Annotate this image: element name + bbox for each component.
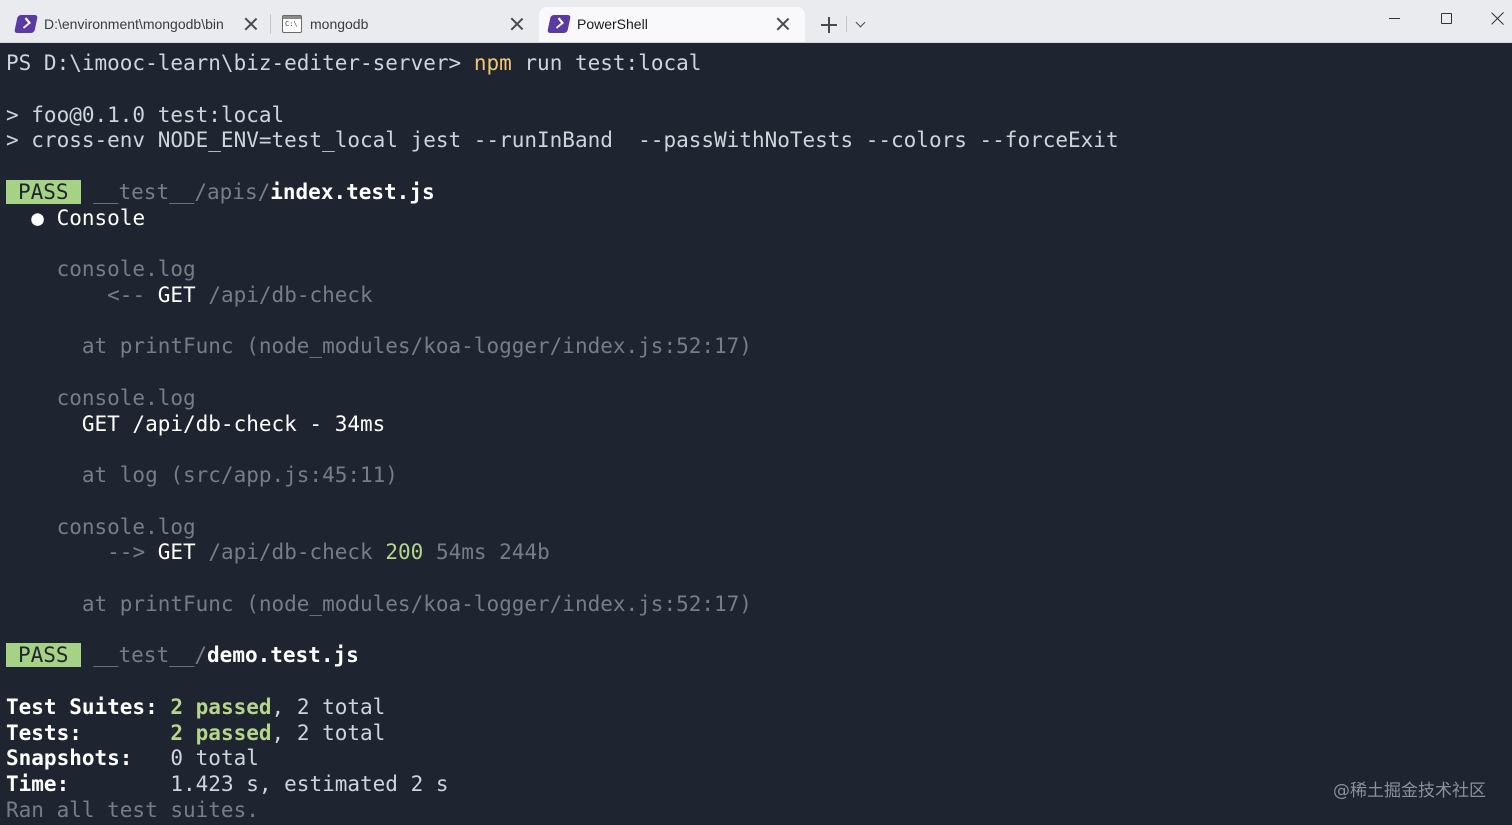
console-heading-line: ● Console <box>6 206 1506 232</box>
window-close-button[interactable] <box>1472 0 1512 38</box>
minimize-button[interactable] <box>1370 0 1420 38</box>
log-message: <-- GET /api/db-check <box>107 282 373 307</box>
powershell-icon <box>547 15 571 33</box>
tab-title: PowerShell <box>577 16 648 32</box>
terminal-window: D:\environment\mongodb\bin mongodb Power… <box>0 0 1512 825</box>
tab-title: D:\environment\mongodb\bin <box>44 16 224 32</box>
terminal-output[interactable]: PS D:\imooc-learn\biz-editer-server> npm… <box>6 51 1506 824</box>
prompt: PS D:\imooc-learn\biz-editer-server> <box>6 51 462 75</box>
suite-dir: __test__/apis/ <box>93 179 271 204</box>
tab-powershell[interactable]: PowerShell <box>539 7 805 42</box>
command-args: run test:local <box>524 51 702 75</box>
suite-result-line: PASS __test__/demo.test.js <box>6 643 1506 669</box>
suite-result-line: PASS __test__/apis/index.test.js <box>6 179 1506 206</box>
close-icon[interactable] <box>775 16 791 32</box>
bullet-icon: ● <box>31 205 44 230</box>
log-trace: at printFunc (node_modules/koa-logger/in… <box>81 591 752 616</box>
pass-badge: PASS <box>6 643 81 668</box>
tab-mongodb-bin[interactable]: D:\environment\mongodb\bin <box>6 7 270 42</box>
command: npm <box>473 51 512 75</box>
summary-suites: Test Suites: 2 passed, 2 total <box>6 694 386 719</box>
log-trace: at printFunc (node_modules/koa-logger/in… <box>81 334 752 359</box>
pass-badge: PASS <box>6 179 81 204</box>
cmd-icon <box>282 15 302 33</box>
tab-mongodb[interactable]: mongodb <box>272 7 536 42</box>
log-trace: at log (src/app.js:45:11) <box>81 463 398 487</box>
summary-time: Time: 1.423 s, estimated 2 s <box>6 772 449 796</box>
log-message: --> GET /api/db-check 200 54ms 244b <box>107 540 550 565</box>
suite-dir: __test__/ <box>93 643 208 668</box>
prompt-line: PS D:\imooc-learn\biz-editer-server> npm… <box>6 51 1506 77</box>
arrow-right-icon: --> <box>107 540 146 565</box>
log-label: console.log <box>56 257 196 281</box>
chevron-down-icon[interactable] <box>850 12 872 38</box>
summary-snapshots: Snapshots: 0 total <box>6 746 259 771</box>
log-label: console.log <box>56 514 196 539</box>
suite-file: demo.test.js <box>207 643 359 668</box>
watermark: @稀土掘金技术社区 <box>1333 781 1486 801</box>
script-header: > foo@0.1.0 test:local <box>6 102 285 127</box>
tab-title: mongodb <box>310 16 369 32</box>
log-message: GET /api/db-check - 34ms <box>81 411 386 436</box>
arrow-left-icon: <-- <box>107 282 146 307</box>
summary-tests: Tests: 2 passed, 2 total <box>6 720 386 745</box>
close-icon[interactable] <box>243 16 259 32</box>
new-tab-plus-icon[interactable] <box>816 12 842 38</box>
tab-bar: D:\environment\mongodb\bin mongodb Power… <box>0 0 1512 43</box>
status-code: 200 <box>385 540 424 565</box>
script-command: > cross-env NODE_ENV=test_local jest --r… <box>6 128 1119 153</box>
suite-file: index.test.js <box>270 179 435 204</box>
summary-footer: Ran all test suites. <box>6 797 259 822</box>
console-heading: Console <box>56 205 146 230</box>
close-icon[interactable] <box>509 16 525 32</box>
maximize-button[interactable] <box>1421 0 1471 38</box>
log-label: console.log <box>56 385 196 410</box>
powershell-icon <box>14 15 38 33</box>
